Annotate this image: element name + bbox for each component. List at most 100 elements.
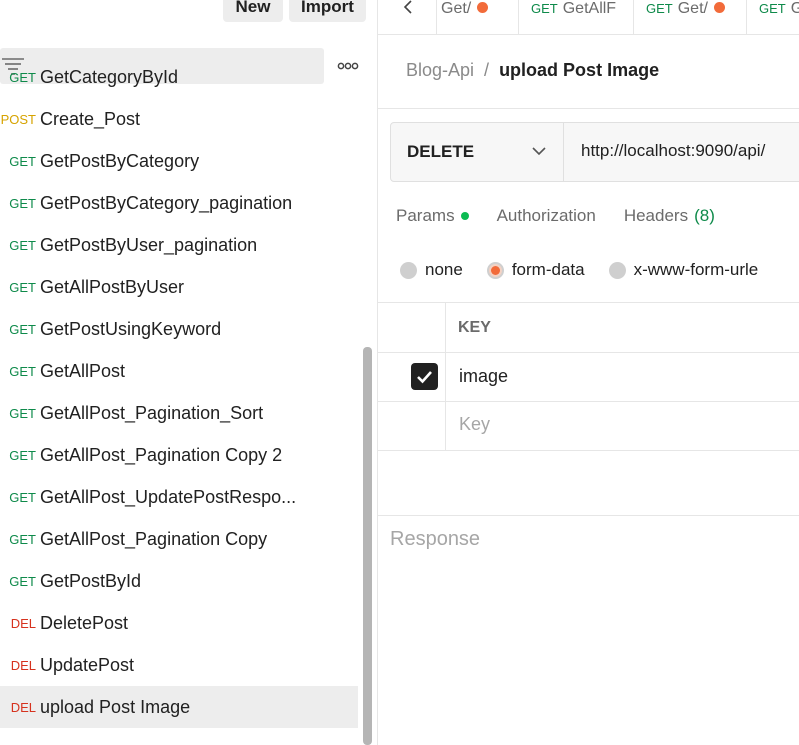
- method-value: DELETE: [407, 142, 475, 161]
- request-name: GetAllPost_UpdatePostRespo...: [40, 486, 297, 507]
- url-bar: DELETE http://localhost:9090/api/: [390, 122, 799, 182]
- checkmark-icon: [417, 371, 432, 384]
- tab-method: GET: [646, 1, 673, 16]
- tab-authorization[interactable]: Authorization: [497, 206, 596, 226]
- request-tab[interactable]: GET Get/: [633, 0, 746, 34]
- request-name: Create_Post: [40, 108, 141, 129]
- body-type-options: none form-data x-www-form-urle: [400, 260, 782, 280]
- request-name: GetPostByCategory: [40, 150, 200, 171]
- tab-params-label: Params: [396, 206, 455, 225]
- tab-headers[interactable]: Headers (8): [624, 206, 715, 226]
- breadcrumb: Blog-Api / upload Post Image: [406, 60, 659, 81]
- breadcrumb-collection[interactable]: Blog-Api: [406, 60, 474, 81]
- url-input[interactable]: http://localhost:9090/api/: [581, 141, 765, 161]
- request-tab[interactable]: GET GetAllF: [518, 0, 633, 34]
- sidebar-request-item[interactable]: POST Create_Post: [0, 98, 358, 140]
- key-column-header: KEY: [458, 319, 491, 336]
- sidebar-scrollbar[interactable]: [363, 347, 372, 745]
- sidebar-request-item[interactable]: GET GetPostByCategory: [0, 140, 358, 182]
- unsaved-changes-dot: [713, 2, 725, 13]
- sidebar-request-item[interactable]: GET GetAllPost_Pagination Copy: [0, 518, 358, 560]
- sidebar-request-item[interactable]: DEL UpdatePost: [0, 644, 358, 686]
- request-method-badge: GET: [9, 195, 36, 211]
- chevron-left-icon[interactable]: [402, 0, 416, 14]
- tab-name: Get/: [677, 0, 708, 17]
- tab-name: GetAllF: [562, 0, 617, 17]
- radio-none-label: none: [425, 260, 463, 279]
- sidebar-request-item[interactable]: GET GetCategoryById: [0, 56, 358, 98]
- sidebar-request-item[interactable]: DEL upload Post Image: [0, 686, 358, 728]
- sidebar-request-item[interactable]: DEL DeletePost: [0, 602, 358, 644]
- sidebar-request-item[interactable]: GET GetAllPost_UpdatePostRespo...: [0, 476, 358, 518]
- sidebar-request-item[interactable]: GET GetPostByCategory_pagination: [0, 182, 358, 224]
- sidebar-request-item[interactable]: GET GetPostById: [0, 560, 358, 602]
- divider: [378, 450, 799, 451]
- request-method-badge: DEL: [10, 657, 36, 673]
- request-method-badge: GET: [9, 489, 36, 505]
- tab-name: Get/: [441, 0, 472, 17]
- request-method-badge: GET: [9, 237, 36, 253]
- request-method-badge: GET: [9, 153, 36, 169]
- key-placeholder-input[interactable]: Key: [459, 414, 490, 435]
- row-enabled-checkbox[interactable]: [411, 363, 438, 390]
- request-name: GetPostById: [40, 570, 142, 591]
- body-type-urlencoded[interactable]: x-www-form-urle: [608, 260, 758, 280]
- new-button[interactable]: New: [223, 0, 283, 22]
- tab-params[interactable]: Params: [396, 206, 469, 226]
- request-name: upload Post Image: [40, 696, 191, 717]
- params-active-dot: [460, 212, 469, 220]
- radio-none-icon: [400, 261, 417, 279]
- request-method-badge: GET: [9, 279, 36, 295]
- headers-count: (8): [694, 206, 715, 225]
- request-name: GetAllPost_Pagination_Sort: [40, 402, 264, 423]
- key-input[interactable]: image: [459, 366, 508, 387]
- divider: [378, 108, 799, 109]
- sidebar: New Import GET GetCategoryById POST Create_…: [0, 0, 378, 745]
- request-tab[interactable]: GET G: [746, 0, 799, 34]
- table-row: image: [378, 352, 799, 402]
- request-method-badge: DEL: [10, 699, 36, 715]
- unsaved-changes-dot: [477, 2, 489, 13]
- request-method-badge: GET: [9, 405, 36, 421]
- method-select[interactable]: DELETE: [391, 123, 564, 181]
- request-tabs: Params Authorization Headers (8): [396, 206, 743, 226]
- request-name: GetAllPost_Pagination Copy: [40, 528, 268, 549]
- sidebar-request-item[interactable]: GET GetPostUsingKeyword: [0, 308, 358, 350]
- request-method-badge: GET: [9, 363, 36, 379]
- request-method-badge: GET: [9, 447, 36, 463]
- chevron-down-icon: [532, 147, 546, 156]
- request-name: GetAllPost_Pagination Copy 2: [40, 444, 283, 465]
- request-name: GetAllPost: [40, 360, 126, 381]
- breadcrumb-separator: /: [484, 60, 490, 80]
- request-name: GetAllPostByUser: [40, 276, 185, 297]
- table-header-row: KEY: [378, 302, 799, 353]
- tab-method: GET: [759, 1, 786, 16]
- breadcrumb-request[interactable]: upload Post Image: [499, 60, 659, 81]
- tab-headers-label: Headers: [623, 206, 689, 225]
- radio-urlencoded-icon: [608, 261, 626, 279]
- request-method-badge: GET: [9, 573, 36, 589]
- import-button[interactable]: Import: [289, 0, 366, 22]
- request-name: GetCategoryById: [40, 66, 179, 87]
- tab-authorization-label: Authorization: [496, 206, 596, 225]
- divider: [378, 515, 799, 516]
- column-divider: [445, 302, 446, 450]
- request-method-badge: GET: [9, 69, 36, 85]
- table-row-empty: Key: [378, 401, 799, 451]
- response-label: Response: [390, 528, 481, 550]
- request-panel: Get/GET GetAllF GET Get/GET G Blog-Api / upl…: [378, 0, 799, 745]
- request-name: GetPostUsingKeyword: [40, 318, 222, 339]
- sidebar-request-item[interactable]: GET GetPostByUser_pagination: [0, 224, 358, 266]
- tab-method: GET: [531, 1, 558, 16]
- sidebar-request-item[interactable]: GET GetAllPost_Pagination_Sort: [0, 392, 358, 434]
- body-type-none[interactable]: none: [400, 260, 463, 280]
- radio-form-data-label: form-data: [511, 260, 585, 279]
- request-name: DeletePost: [40, 612, 129, 633]
- request-method-badge: DEL: [10, 615, 36, 631]
- tab-bar: Get/GET GetAllF GET Get/GET G: [378, 0, 799, 35]
- sidebar-request-item[interactable]: GET GetAllPost: [0, 350, 358, 392]
- sidebar-request-item[interactable]: GET GetAllPost_Pagination Copy 2: [0, 434, 358, 476]
- sidebar-request-item[interactable]: GET GetAllPostByUser: [0, 266, 358, 308]
- body-type-form-data[interactable]: form-data: [486, 260, 585, 280]
- request-tab[interactable]: Get/: [436, 0, 518, 34]
